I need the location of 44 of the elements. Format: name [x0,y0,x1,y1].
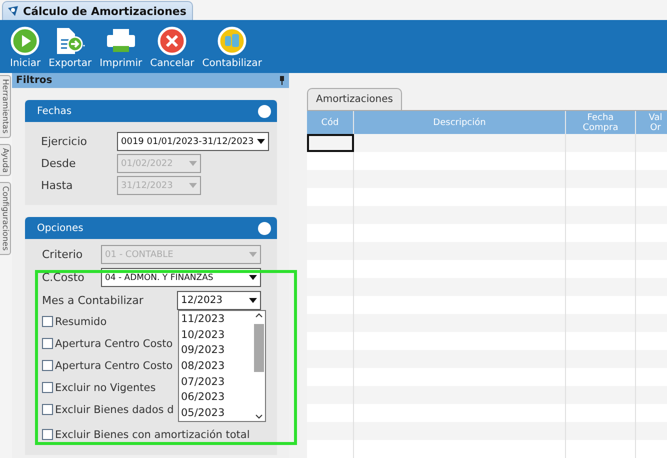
side-tab[interactable]: Configuraciones [0,182,11,255]
filters-title: Filtros [16,75,52,86]
scroll-up-icon[interactable] [254,313,262,318]
scroll-down-icon[interactable] [254,414,262,419]
collapse-icon[interactable] [258,222,271,234]
checkbox-option[interactable]: Apertura Centro Costo [42,355,173,376]
month-option[interactable]: 05/2023 [179,405,252,421]
field-label: C.Costo [42,271,86,284]
post-button[interactable]: Contabilizar [202,26,262,69]
window-tab[interactable]: Cálculo de Amortizaciones [2,1,194,20]
checkbox-option[interactable]: Excluir Bienes dados d [42,399,174,420]
side-tab[interactable]: Herramientas [0,75,11,138]
collapse-icon[interactable] [258,104,271,118]
amortizations-tab[interactable]: Amortizaciones [307,88,402,110]
field-label: Mes a Contabilizar [42,294,144,307]
cancel-button[interactable]: Cancelar [150,26,194,69]
month-option[interactable]: 10/2023 [179,326,252,342]
date-dropdown[interactable]: 0019 01/01/2023-31/12/2023 [117,132,269,151]
side-tab[interactable]: Ayuda [0,144,11,176]
month-option[interactable]: 11/2023 [179,311,252,327]
start-button[interactable]: Iniciar [10,26,41,69]
print-button[interactable]: Imprimir [100,26,142,69]
month-option[interactable]: 07/2023 [179,374,252,390]
field-label: Ejercicio [41,135,88,148]
field-label: Desde [41,157,77,170]
month-dropdown[interactable]: 12/2023 [177,291,261,310]
checkbox-option[interactable]: Excluir Bienes con amortización total [42,424,250,445]
play-icon [10,26,40,56]
focused-cell[interactable] [307,134,354,152]
field-label: Hasta [41,179,74,192]
checkbox-option[interactable]: Excluir no Vigentes [42,377,156,398]
checkbox-option[interactable]: Resumido [42,311,107,332]
month-option[interactable]: 09/2023 [179,342,252,358]
card-title: Opciones [37,222,84,234]
pin-icon[interactable] [279,76,285,85]
app-logo-icon [7,5,19,17]
cancel-icon [157,26,188,56]
month-option[interactable]: 08/2023 [179,358,252,374]
card-title: Fechas [37,106,72,116]
field-label: Criterio [42,248,84,261]
scrollbar-thumb[interactable] [254,324,264,372]
checkbox-option[interactable]: Apertura Centro Costo [42,333,173,354]
month-option[interactable]: 06/2023 [179,389,252,406]
export-button[interactable]: Exportar [48,26,92,69]
